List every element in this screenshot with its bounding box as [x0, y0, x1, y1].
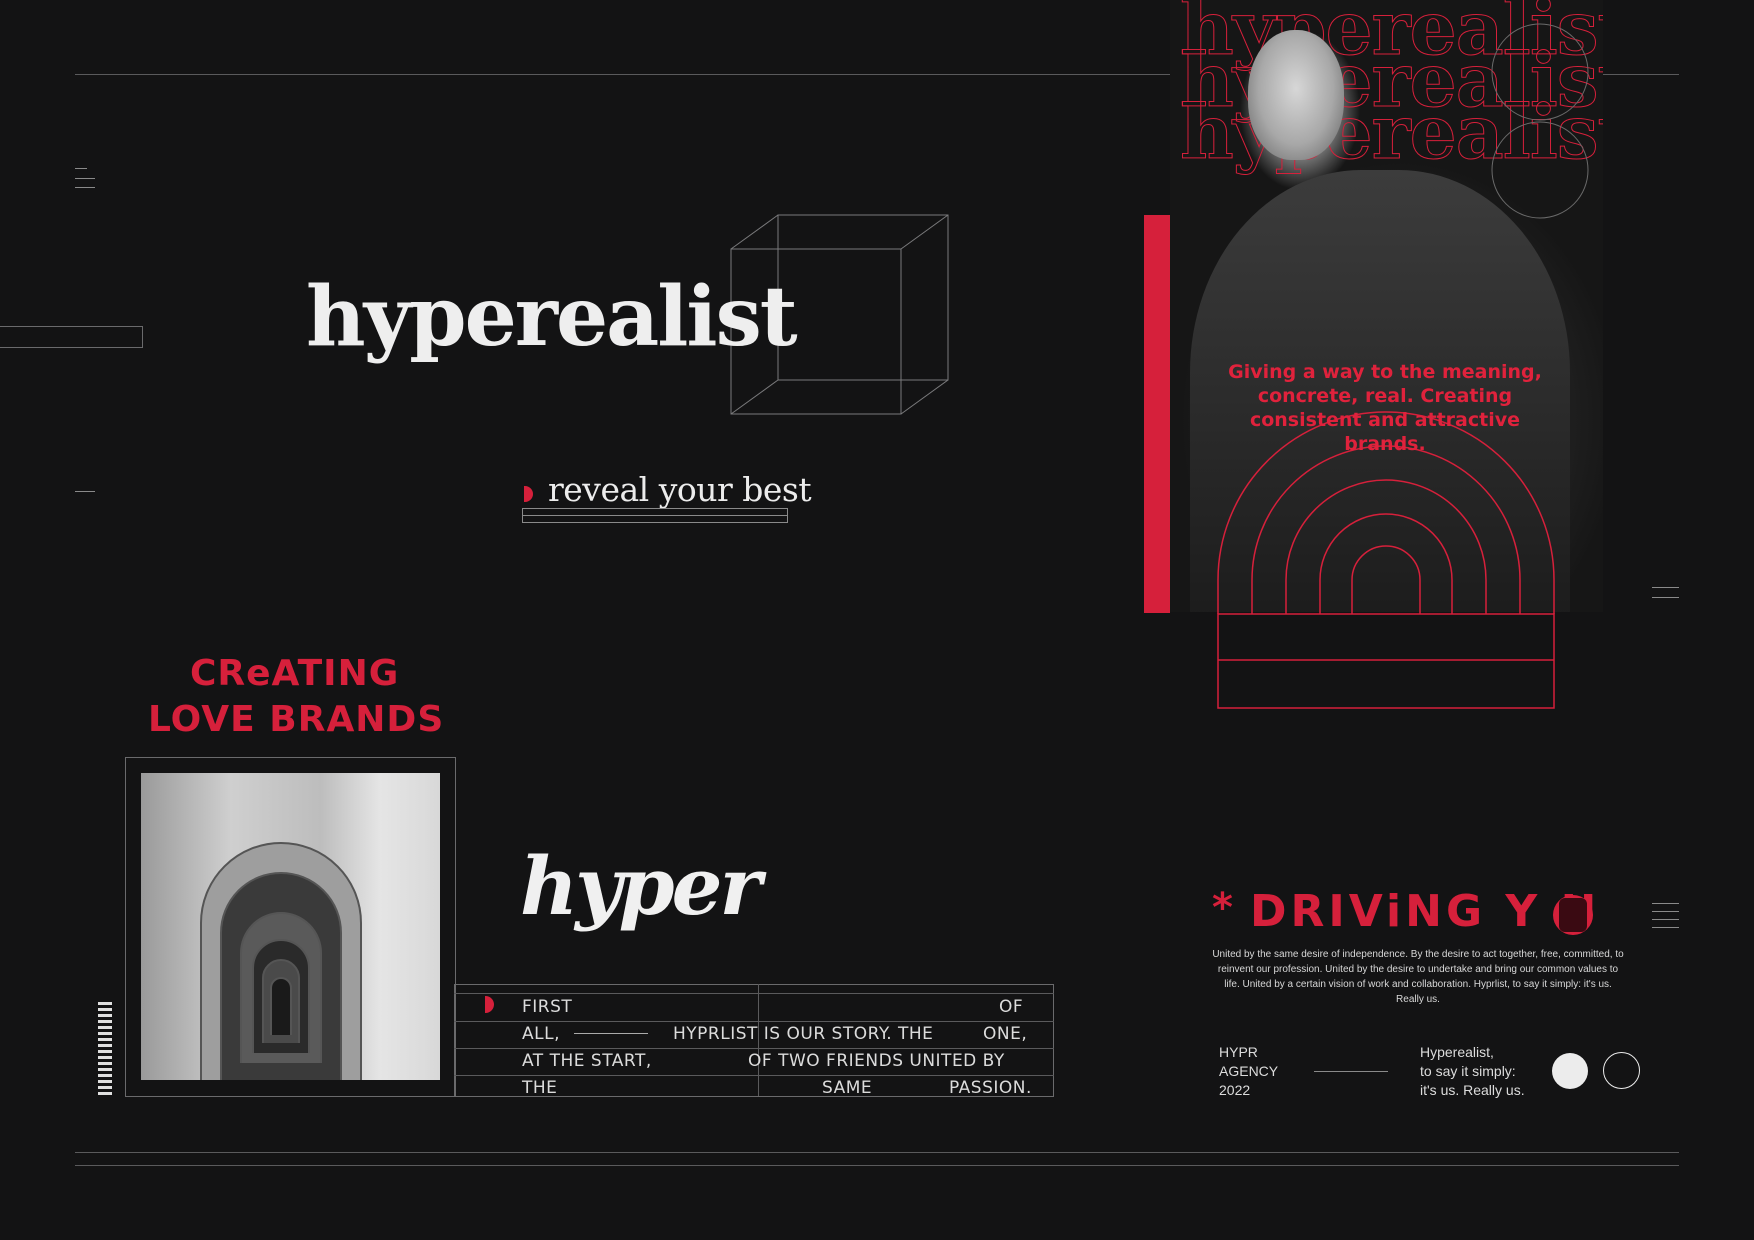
story-text: HYPRLIST IS OUR STORY.	[673, 1024, 893, 1044]
bottom-rule-1	[75, 1152, 1679, 1153]
poster-red-bar	[1144, 215, 1170, 613]
story-text: OF TWO FRIENDS UNITED BY	[748, 1051, 1005, 1071]
story-text: ALL,	[522, 1024, 560, 1044]
story-text: THE	[522, 1078, 558, 1098]
story-text: PASSION.	[949, 1078, 1032, 1098]
tick-mark	[75, 168, 87, 169]
arch-photo	[141, 773, 440, 1080]
story-dash	[574, 1033, 648, 1034]
footer-dash	[1314, 1071, 1388, 1072]
tick-mark	[1652, 587, 1679, 588]
story-rule	[454, 1021, 1054, 1022]
story-rule	[454, 1048, 1054, 1049]
story-text: AT THE START,	[522, 1051, 652, 1071]
tick-mark	[1652, 927, 1679, 928]
asterisk-icon: *	[1212, 885, 1233, 931]
o-circle-icon	[1553, 895, 1593, 935]
tick-mark	[75, 178, 95, 179]
tick-mark	[1652, 911, 1679, 912]
outline-circle-button[interactable]	[1603, 1052, 1640, 1089]
story-text: THE	[898, 1024, 934, 1044]
hero-wordmark: hyperealist	[306, 269, 798, 365]
story-text: ONE,	[983, 1024, 1028, 1044]
left-bar-outline	[0, 326, 143, 348]
slogan-line: it's us. Really us.	[1420, 1082, 1525, 1098]
tick-mark	[75, 187, 95, 188]
driving-title: DRIViNG Y U	[1250, 886, 1601, 937]
hero-echo-2: hyperealist	[306, 431, 826, 453]
slogan-line: to say it simply:	[1420, 1063, 1516, 1079]
story-text: FIRST	[522, 997, 573, 1017]
creating-line-1: CReATING	[190, 653, 400, 694]
bottom-rule-2	[75, 1165, 1679, 1166]
archway-icon	[200, 842, 362, 1080]
story-text: SAME	[822, 1078, 873, 1098]
story-rule	[454, 1075, 1054, 1076]
agency-line: AGENCY	[1219, 1063, 1279, 1079]
tagline: reveal your best	[548, 470, 812, 509]
agency-line: HYPR	[1219, 1044, 1258, 1060]
story-rule	[454, 993, 1054, 994]
tick-mark	[75, 491, 95, 492]
poster-circles-icon	[1491, 23, 1589, 219]
tagline-underline	[522, 515, 788, 516]
agency-line: 2022	[1219, 1082, 1251, 1098]
portrait-head	[1248, 30, 1344, 160]
filled-circle-button[interactable]	[1552, 1053, 1588, 1089]
slogan-line: Hyperealist,	[1420, 1044, 1494, 1060]
checker-strip	[98, 1002, 112, 1095]
poster-quote: Giving a way to the meaning, concrete, r…	[1228, 361, 1542, 455]
creating-line-2: LOVE BRANDS	[148, 699, 445, 740]
hero-echo-1: hyperealist	[306, 384, 826, 410]
tick-mark	[1652, 597, 1679, 598]
driving-paragraph: United by the same desire of independenc…	[1212, 949, 1624, 1005]
tick-mark	[1652, 919, 1679, 920]
story-text: OF	[999, 997, 1024, 1017]
hyper-wordmark: hyper	[520, 839, 762, 933]
tick-mark	[1652, 903, 1679, 904]
